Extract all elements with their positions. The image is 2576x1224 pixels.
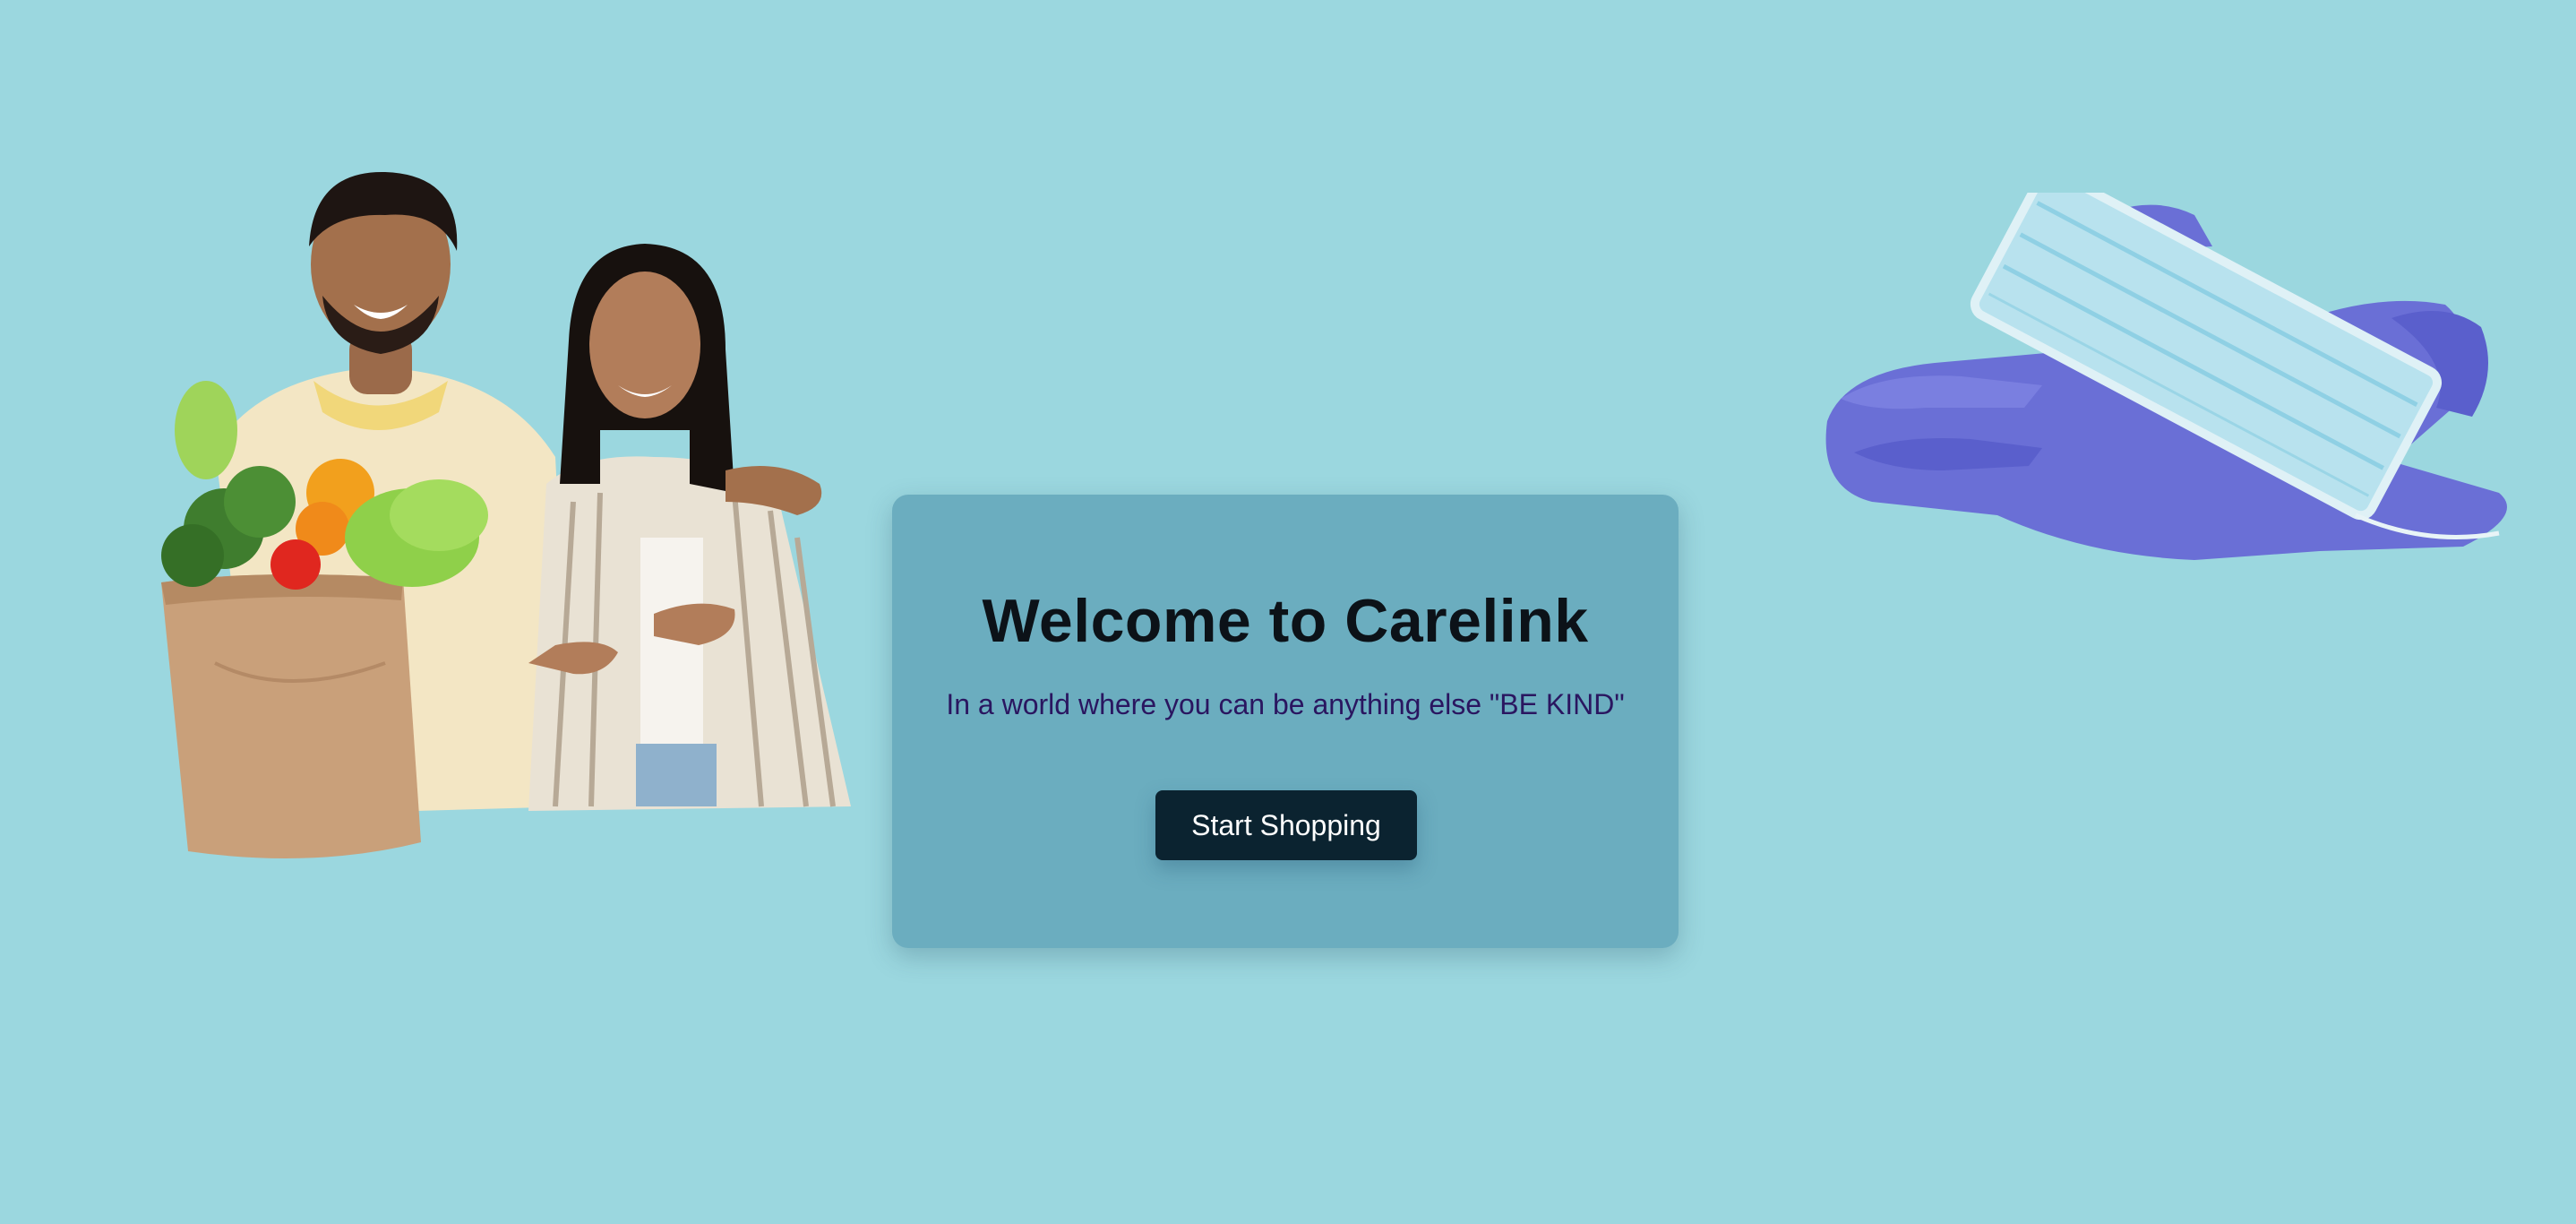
landing-page: Welcome to Carelink In a world where you… [0, 0, 2576, 1224]
couple-grocery-image [161, 171, 851, 858]
welcome-card: Welcome to Carelink In a world where you… [892, 495, 1679, 948]
welcome-subtitle: In a world where you can be anything els… [946, 688, 1625, 720]
start-shopping-button[interactable]: Start Shopping [1155, 790, 1417, 860]
gloves-mask-image [1825, 193, 2507, 560]
welcome-title: Welcome to Carelink [982, 587, 1589, 655]
